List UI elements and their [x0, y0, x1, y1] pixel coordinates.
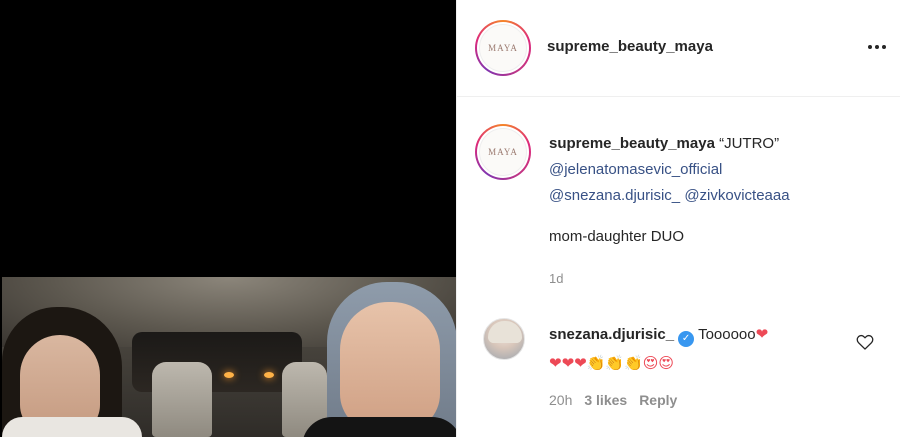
heart-emoji: ❤	[755, 325, 769, 343]
tail-light	[264, 372, 274, 378]
commenter-avatar[interactable]	[483, 318, 525, 360]
heart-outline-icon[interactable]	[855, 332, 875, 352]
avatar-logo: MAYA	[479, 24, 527, 72]
tail-light	[224, 372, 234, 378]
caption-body: mom-daughter DUO	[549, 228, 685, 245]
caption-timestamp[interactable]: 1d	[549, 271, 563, 286]
author-username[interactable]: supreme_beauty_maya	[547, 38, 713, 55]
comment-timestamp[interactable]: 20h	[549, 392, 572, 408]
verified-badge-icon: ✓	[678, 331, 695, 347]
comment-text: snezana.djurisic_ ✓ Toooooo❤ ❤❤❤👏👏👏😍😍	[549, 320, 839, 378]
more-horizontal-icon[interactable]	[863, 36, 891, 58]
person-left-shirt	[2, 417, 142, 437]
reply-button[interactable]: Reply	[639, 392, 677, 408]
comment-author[interactable]: snezana.djurisic_	[549, 326, 674, 343]
video-frame[interactable]	[2, 277, 456, 437]
avatar-logo: MAYA	[479, 128, 527, 176]
mention-link[interactable]: @snezana.djurisic_	[549, 187, 680, 204]
person-right-shirt	[302, 417, 456, 437]
car-seat	[152, 362, 212, 437]
mention-link[interactable]: @jelenatomasevic_official	[549, 161, 722, 178]
mention-link[interactable]: @zivkovicteaaa	[684, 187, 789, 204]
person-right-face	[340, 302, 440, 432]
post-header: MAYA supreme_beauty_maya	[457, 0, 900, 97]
comment-meta: 20h 3 likes Reply	[549, 392, 677, 408]
comment-body: Toooooo	[698, 326, 756, 343]
author-avatar[interactable]: MAYA	[475, 20, 531, 76]
emoji-line: ❤❤❤👏👏👏😍😍	[549, 354, 675, 372]
post-media[interactable]	[0, 0, 456, 437]
caption-title: “JUTRO”	[719, 135, 780, 152]
post-side-panel: MAYA supreme_beauty_maya MAYA supreme_be…	[456, 0, 900, 437]
caption-text: supreme_beauty_maya “JUTRO” @jelenatomas…	[549, 131, 879, 209]
caption-author-avatar[interactable]: MAYA	[475, 124, 531, 180]
comment-likes[interactable]: 3 likes	[584, 392, 627, 408]
caption-author[interactable]: supreme_beauty_maya	[549, 135, 715, 152]
